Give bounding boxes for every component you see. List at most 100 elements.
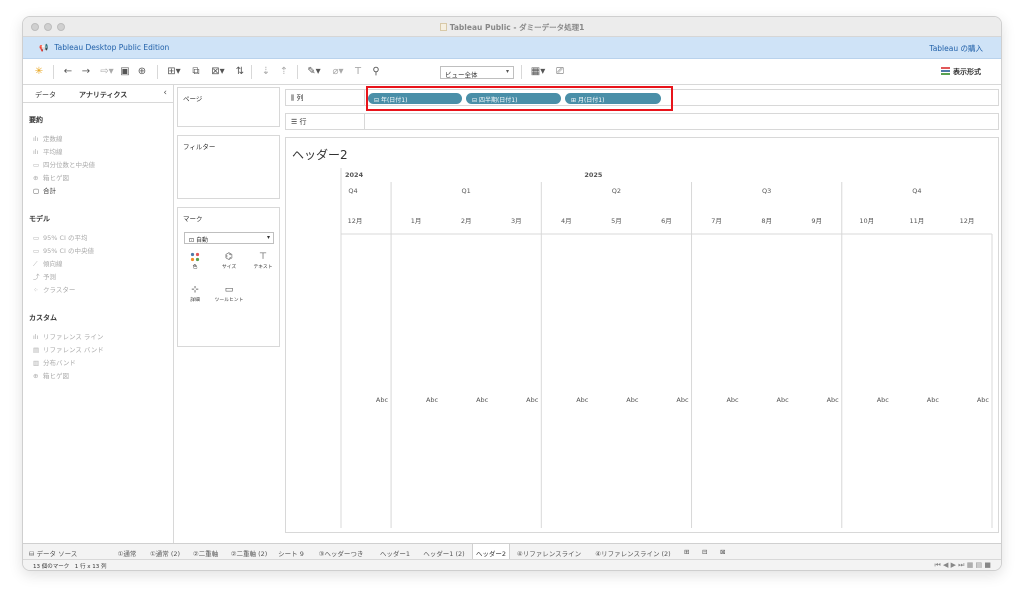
cell-mark: Abc xyxy=(676,396,689,404)
filters-card-title: フィルター xyxy=(183,143,216,151)
month-header: 8月 xyxy=(761,217,772,225)
undo-icon[interactable]: ← xyxy=(61,63,75,80)
new-story-icon[interactable]: ⊠ xyxy=(720,544,725,560)
analytics-item[interactable]: ⟋ 傾向線 xyxy=(33,258,63,269)
sheet-tab[interactable]: ②二重軸 (2) xyxy=(226,544,272,560)
duplicate-sheet-icon[interactable]: ⧉ xyxy=(189,63,203,80)
sheet-tab[interactable]: ①通常 (2) xyxy=(145,544,185,560)
color-label: 色 xyxy=(192,265,198,270)
sort-ascending-icon[interactable]: ⇣ xyxy=(259,63,273,80)
clear-sheet-icon[interactable]: ⊠▾ xyxy=(207,63,229,80)
sheet-tab[interactable]: ヘッダー2 xyxy=(472,544,510,560)
chevron-down-icon: ▾ xyxy=(505,68,509,75)
highlight-icon[interactable]: ✎▾ xyxy=(303,63,325,80)
analytics-item[interactable]: ⊕ 箱ヒゲ図 xyxy=(33,172,69,182)
analytics-item[interactable]: ⤴ 予測 xyxy=(33,271,56,281)
month-header: 4月 xyxy=(561,217,572,225)
presentation-mode-icon[interactable]: ⎚ xyxy=(553,63,567,80)
show-cards-icon[interactable]: ▦▾ xyxy=(527,63,549,80)
sheet-tab[interactable]: ヘッダー1 xyxy=(374,544,416,560)
new-worksheet-icon[interactable]: ⊞▾ xyxy=(163,63,185,80)
tableau-window: Tableau Public - ダミーデータ処理1 📢 Tableau Desk… xyxy=(22,16,1002,571)
redo-icon[interactable]: → xyxy=(79,63,93,80)
text-button[interactable]: ⊤ テキスト xyxy=(252,251,274,271)
save-icon[interactable]: ▣ xyxy=(119,63,131,80)
quarter-header: Q2 xyxy=(612,187,621,195)
tooltip-icon: ▭ xyxy=(224,285,234,295)
month-header: 12月 xyxy=(348,217,363,225)
analytics-item-label: 95% CI の中央値 xyxy=(43,247,95,255)
status-bar: 13 個のマーク 1 行 x 13 列 ⏮ ◀ ▶ ⏭ ▦ ▤ ■ xyxy=(23,559,1001,570)
box-plot-icon: ⊕ xyxy=(33,174,39,182)
ci-average-icon: ▭ xyxy=(33,234,40,242)
size-button[interactable]: ⌬ サイズ xyxy=(218,251,240,271)
rows-label-text: 行 xyxy=(299,118,307,126)
filters-card[interactable]: フィルター xyxy=(177,135,280,199)
tab-analytics[interactable]: アナリティクス xyxy=(79,90,127,100)
new-dashboard-icon[interactable]: ⊟ xyxy=(702,544,707,560)
color-button[interactable]: 色 xyxy=(184,251,206,271)
tab-data[interactable]: データ xyxy=(35,90,56,100)
sheet-tab[interactable]: ③ヘッダーつき xyxy=(310,544,372,560)
analytics-item[interactable]: ▭ 95% CI の平均 xyxy=(33,232,88,242)
rows-shelf[interactable]: ☰ 行 xyxy=(285,113,999,130)
sheet-tab[interactable]: ④リファレンスライン xyxy=(512,544,586,560)
analytics-item-label: 95% CI の平均 xyxy=(43,234,88,242)
analytics-item[interactable]: ▤ リファレンス バンド xyxy=(33,344,104,354)
detail-button[interactable]: ⊹ 詳細 xyxy=(184,284,206,304)
pages-card[interactable]: ページ xyxy=(177,87,280,127)
analytics-item[interactable]: ılı 定数線 xyxy=(33,133,63,143)
swap-icon[interactable]: ⇅ xyxy=(233,63,247,80)
analytics-item[interactable]: ▢ 合計 xyxy=(33,185,56,195)
sort-descending-icon[interactable]: ⇡ xyxy=(277,63,291,80)
cards-pane: ページ フィルター マーク ⊡ 自動 ▾ 色 ⌬ サイズ ⊤ テキスト ⊹ 詳細 ▭ ツー… xyxy=(175,85,282,543)
sheet-tab[interactable]: ヘッダー1 (2) xyxy=(418,544,470,560)
columns-label-text: 列 xyxy=(296,94,304,102)
labels-icon[interactable]: T xyxy=(351,63,365,80)
buy-tableau-link[interactable]: Tableau の購入 xyxy=(929,43,983,54)
analytics-item[interactable]: ▭ 95% CI の中央値 xyxy=(33,245,94,255)
mark-type-select[interactable]: ⊡ 自動 ▾ xyxy=(184,232,274,244)
view-mode-icons[interactable]: ⏮ ◀ ▶ ⏭ ▦ ▤ ■ xyxy=(934,561,991,570)
chevron-down-icon: ▾ xyxy=(266,234,270,241)
crosstab-view: 2024 2025 Q4 Q1 Q2 Q3 Q4 12月 Abc 1月 Abc 2月 Abc 3月 Abc 4… xyxy=(340,168,993,528)
new-datasource-icon[interactable]: ⊕ xyxy=(135,63,149,80)
sheet-tab-bar: ⛁ データ ソース ①通常 ①通常 (2) ②二重軸 ②二重軸 (2) シート 9 ③ヘッ… xyxy=(23,543,1001,560)
sheet-tab[interactable]: ①通常 xyxy=(111,544,143,560)
sheet-tab[interactable]: シート 9 xyxy=(274,544,308,560)
analytics-item-label: リファレンス ライン xyxy=(43,333,104,341)
year-header: 2024 xyxy=(345,171,364,179)
totals-icon: ▢ xyxy=(33,187,40,195)
replay-icon[interactable]: ⇨▾ xyxy=(97,63,117,80)
analytics-item[interactable]: ⁘ クラスター xyxy=(33,284,75,294)
fit-view-select[interactable]: ビュー全体 ▾ xyxy=(440,66,514,79)
group-icon[interactable]: ⌀▾ xyxy=(327,63,349,80)
new-worksheet-icon[interactable]: ⊞ xyxy=(684,544,689,560)
analytics-item[interactable]: ⊕ 箱ヒゲ図 xyxy=(33,370,69,380)
annotation-highlight-box xyxy=(366,86,673,111)
tooltip-button[interactable]: ▭ ツールヒント xyxy=(212,284,246,304)
tableau-logo-icon[interactable]: ✳ xyxy=(31,63,47,80)
visualization-view: ヘッダー2 2024 2025 Q4 Q1 Q2 Q3 Q4 12月 Abc 1月 Abc 2月 Abc… xyxy=(285,137,999,533)
sheet-tab[interactable]: ②二重軸 xyxy=(187,544,224,560)
analytics-item[interactable]: ▥ 分布バンド xyxy=(33,357,76,367)
cell-mark: Abc xyxy=(626,396,639,404)
collapse-pane-icon[interactable]: ‹ xyxy=(163,88,167,98)
median-quartiles-icon: ▭ xyxy=(33,161,40,169)
detail-icon: ⊹ xyxy=(191,285,199,295)
database-icon: ⛁ xyxy=(29,550,37,558)
datasource-tab[interactable]: ⛁ データ ソース xyxy=(29,544,77,560)
show-me-button[interactable]: 表示形式 xyxy=(941,67,981,77)
analytics-item[interactable]: ılı 平均線 xyxy=(33,146,63,156)
section-title: カスタム xyxy=(29,314,57,322)
color-icon xyxy=(190,252,200,262)
sheet-tab[interactable]: ④リファレンスライン (2) xyxy=(588,544,678,560)
promo-bar: 📢 Tableau Desktop Public Edition Tableau … xyxy=(23,37,1001,59)
detail-label: 詳細 xyxy=(190,298,200,303)
ci-median-icon: ▭ xyxy=(33,247,40,255)
pin-icon[interactable]: ⚲ xyxy=(369,63,383,80)
analytics-item[interactable]: ılı リファレンス ライン xyxy=(33,331,103,341)
analytics-item[interactable]: ▭ 四分位数と中央値 xyxy=(33,159,95,169)
title-bar: Tableau Public - ダミーデータ処理1 xyxy=(23,17,1001,37)
quarter-header: Q3 xyxy=(762,187,771,195)
